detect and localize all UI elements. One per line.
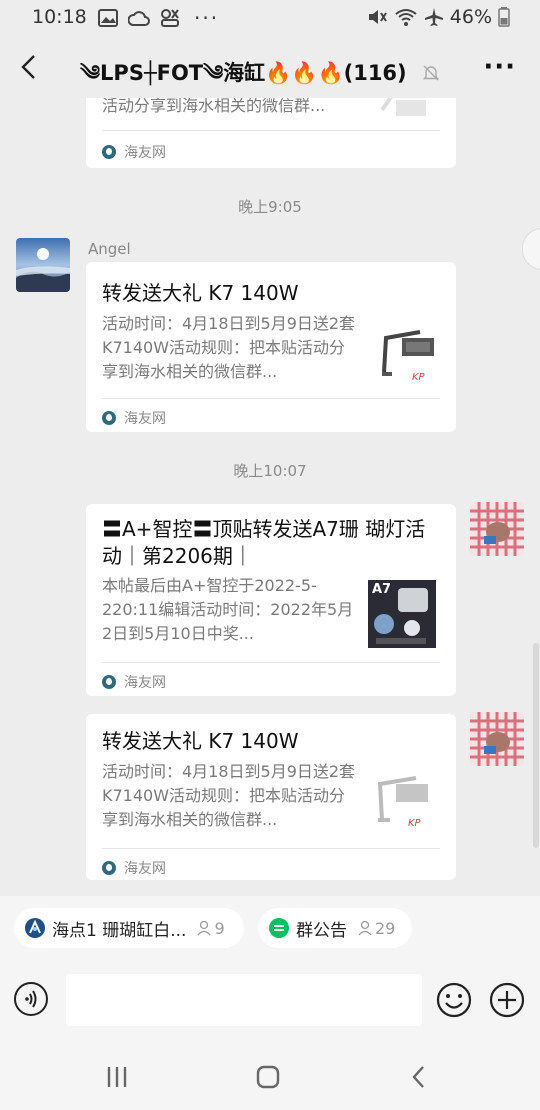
shortcut-bar: 海点1 珊瑚缸白... 9 群公告 29 <box>0 896 540 960</box>
link-card-desc: 活动时间：4月18日到5月9日送2套K7140W活动规则：把本贴活动分享到海水相… <box>102 314 356 381</box>
person-icon <box>197 920 211 936</box>
link-card-title: 转发送大礼 K7 140W <box>102 729 299 753</box>
sender-name: Angel <box>88 240 131 258</box>
status-right-icons: 46% <box>366 6 510 28</box>
link-card-a7[interactable]: 〓A+智控〓顶贴转发送A7珊 瑚灯活动｜第2206期｜ 本帖最后由A+智控于20… <box>86 504 456 696</box>
airplane-icon <box>424 8 443 26</box>
more-options-button[interactable]: ··· <box>483 52 516 82</box>
card-divider <box>102 662 440 663</box>
status-time: 10:18 <box>32 6 87 28</box>
link-card-source-label: 海友网 <box>124 145 166 161</box>
card-divider <box>102 848 440 849</box>
chat-title-text: ༄LPS┼FOT༄海缸🔥🔥🔥(116) <box>80 61 407 85</box>
wifi-icon <box>395 9 417 26</box>
shortcut-count-value: 29 <box>375 918 396 938</box>
link-card-source-label: 海友网 <box>124 861 166 877</box>
timestamp: 晚上9:05 <box>238 198 302 216</box>
link-card-source: 海友网 <box>102 858 166 878</box>
person-icon <box>358 920 372 936</box>
more-functions-button[interactable] <box>489 982 525 1018</box>
battery-icon <box>498 7 510 27</box>
back-nav-icon[interactable] <box>406 1064 432 1090</box>
status-left-icons: ··· <box>98 6 219 30</box>
link-card-source: 海友网 <box>102 408 166 428</box>
chat-header: ༄LPS┼FOT༄海缸🔥🔥🔥(116) ··· <box>0 36 540 98</box>
floating-edge-card[interactable] <box>522 228 540 270</box>
cloud-icon <box>128 11 150 26</box>
home-icon[interactable] <box>255 1064 281 1090</box>
battery-percent: 46% <box>449 6 492 28</box>
gallery-icon <box>98 9 118 27</box>
scroll-indicator[interactable] <box>533 643 539 848</box>
mute-icon <box>368 10 387 24</box>
shortcut-mini-program[interactable]: 海点1 珊瑚缸白... 9 <box>14 908 244 948</box>
input-bar <box>0 960 540 1044</box>
shortcut-label: 群公告 <box>296 920 347 941</box>
shortcut-count-value: 9 <box>214 918 225 938</box>
link-card-thumbnail <box>376 98 444 138</box>
link-card-source: 海友网 <box>102 672 166 692</box>
link-card-k7[interactable]: 转发送大礼 K7 140W 活动时间：4月18日到5月9日送2套K7140W活动… <box>86 714 456 880</box>
shortcut-group-notice[interactable]: 群公告 29 <box>258 908 412 948</box>
recent-apps-icon[interactable] <box>104 1064 130 1090</box>
source-logo-icon <box>102 145 116 159</box>
card-divider <box>102 130 440 131</box>
bell-off-icon <box>422 65 440 81</box>
svg-text:KP: KP <box>412 372 426 383</box>
link-card-source-label: 海友网 <box>124 411 166 427</box>
link-card-source-label: 海友网 <box>124 675 166 691</box>
card-divider <box>102 398 440 399</box>
source-logo-icon <box>102 675 116 689</box>
thumbnail-label: A7 <box>372 582 392 597</box>
shortcut-count: 29 <box>357 919 395 938</box>
more-dots-icon: ··· <box>194 6 220 30</box>
shortcut-count: 9 <box>196 918 225 938</box>
message-input[interactable] <box>66 974 422 1026</box>
back-arrow-icon[interactable] <box>14 50 44 84</box>
source-logo-icon <box>102 411 116 425</box>
avatar-self[interactable] <box>470 712 524 766</box>
system-navigation-bar <box>0 1044 540 1110</box>
link-card-title: 转发送大礼 K7 140W <box>102 281 299 305</box>
avatar-angel[interactable] <box>16 238 70 292</box>
announcement-icon <box>269 918 289 938</box>
timestamp: 晚上10:07 <box>233 462 307 480</box>
game-icon <box>161 9 179 27</box>
link-card-thumbnail: KP <box>376 320 444 388</box>
link-card-angel[interactable]: 转发送大礼 K7 140W 活动时间：4月18日到5月9日送2套K7140W活动… <box>86 262 456 432</box>
emoji-button[interactable] <box>436 982 472 1018</box>
svg-text:KP: KP <box>408 818 422 829</box>
link-card-title: 〓A+智控〓顶贴转发送A7珊 瑚灯活动｜第2206期｜ <box>102 517 426 568</box>
chat-messages[interactable]: 活动分享到海水相关的微信群... 海友网 晚上9:05 Angel 转发送大礼 … <box>0 98 540 895</box>
link-card-desc: 活动分享到海水相关的微信群... <box>102 98 326 115</box>
voice-input-button[interactable] <box>14 982 48 1016</box>
link-card-thumbnail: A7 <box>368 580 436 648</box>
status-bar: 10:18 ··· 46% <box>0 0 540 36</box>
shortcut-label: 海点1 珊瑚缸白... <box>52 920 187 941</box>
link-card-desc: 活动时间：4月18日到5月9日送2套K7140W活动规则：把本贴活动分享到海水相… <box>102 762 356 829</box>
link-card-desc: 本帖最后由A+智控于2022-5-220:11编辑活动时间：2022年5月2日到… <box>102 576 354 643</box>
link-card-thumbnail: KP <box>372 766 440 834</box>
source-logo-icon <box>102 861 116 875</box>
voice-icon <box>25 990 37 1008</box>
link-card-partial[interactable]: 活动分享到海水相关的微信群... 海友网 <box>86 98 456 168</box>
coral-app-icon <box>25 918 45 938</box>
avatar-self[interactable] <box>470 502 524 556</box>
link-card-source: 海友网 <box>102 142 166 162</box>
